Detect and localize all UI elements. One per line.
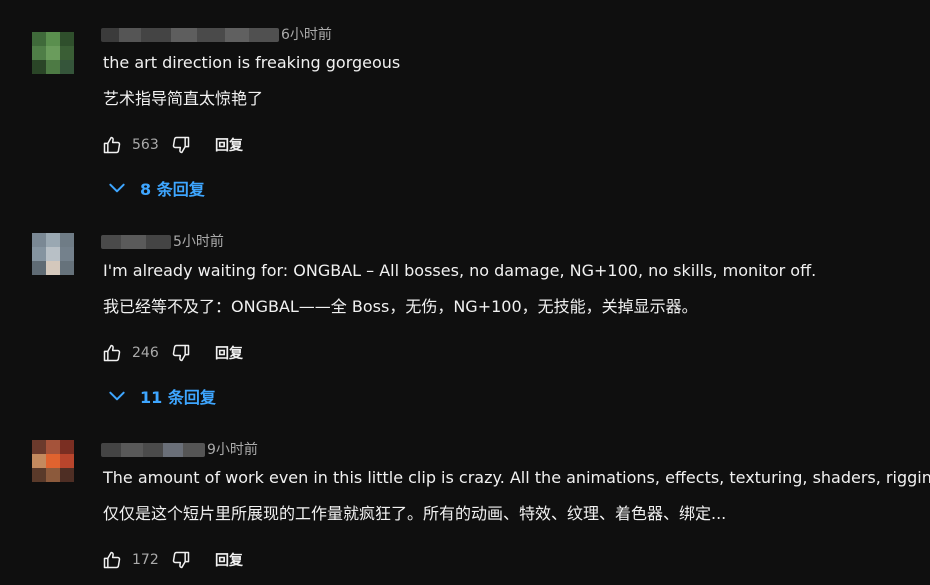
author-name[interactable] [101, 28, 279, 42]
like-count: 563 [132, 137, 159, 153]
view-replies-button[interactable]: 11 条回复 [104, 383, 216, 409]
comment-header: 6小时前 [101, 26, 332, 44]
replies-count-label: 8 条回复 [140, 180, 205, 199]
comment-timestamp[interactable]: 6小时前 [281, 26, 332, 44]
comment-timestamp[interactable]: 5小时前 [173, 233, 224, 251]
like-count: 172 [132, 552, 159, 568]
reply-button[interactable]: 回复 [215, 550, 243, 570]
reply-button[interactable]: 回复 [215, 135, 243, 155]
comment-actions: 563 回复 [100, 133, 243, 157]
thumbs-down-icon[interactable] [169, 548, 193, 572]
chevron-down-icon [104, 175, 130, 201]
avatar[interactable] [32, 233, 74, 275]
chevron-down-icon [104, 383, 130, 409]
author-name[interactable] [101, 235, 171, 249]
reply-button[interactable]: 回复 [215, 343, 243, 363]
comment-header: 9小时前 [101, 441, 258, 459]
avatar[interactable] [32, 440, 74, 482]
thumbs-down-icon[interactable] [169, 133, 193, 157]
comment-actions: 172 回复 [100, 548, 243, 572]
comment-translation: 艺术指导简直太惊艳了 [103, 89, 264, 108]
thumbs-up-icon[interactable] [100, 548, 124, 572]
comment-translation: 我已经等不及了：ONGBAL——全 Boss，无伤，NG+100，无技能，关掉显… [103, 297, 698, 316]
author-name[interactable] [101, 443, 205, 457]
view-replies-button[interactable]: 8 条回复 [104, 175, 205, 201]
comment-text: I'm already waiting for: ONGBAL – All bo… [103, 261, 817, 280]
comment-translation: 仅仅是这个短片里所展现的工作量就疯狂了。所有的动画、特效、纹理、着色器、绑定..… [103, 504, 727, 523]
comment-actions: 246 回复 [100, 341, 243, 365]
comment-timestamp[interactable]: 9小时前 [207, 441, 258, 459]
comment-header: 5小时前 [101, 233, 224, 251]
comment-text: the art direction is freaking gorgeous [103, 53, 401, 72]
thumbs-down-icon[interactable] [169, 341, 193, 365]
comment-text: The amount of work even in this little c… [103, 468, 930, 487]
avatar[interactable] [32, 32, 74, 74]
thumbs-up-icon[interactable] [100, 133, 124, 157]
like-count: 246 [132, 345, 159, 361]
replies-count-label: 11 条回复 [140, 388, 216, 407]
thumbs-up-icon[interactable] [100, 341, 124, 365]
